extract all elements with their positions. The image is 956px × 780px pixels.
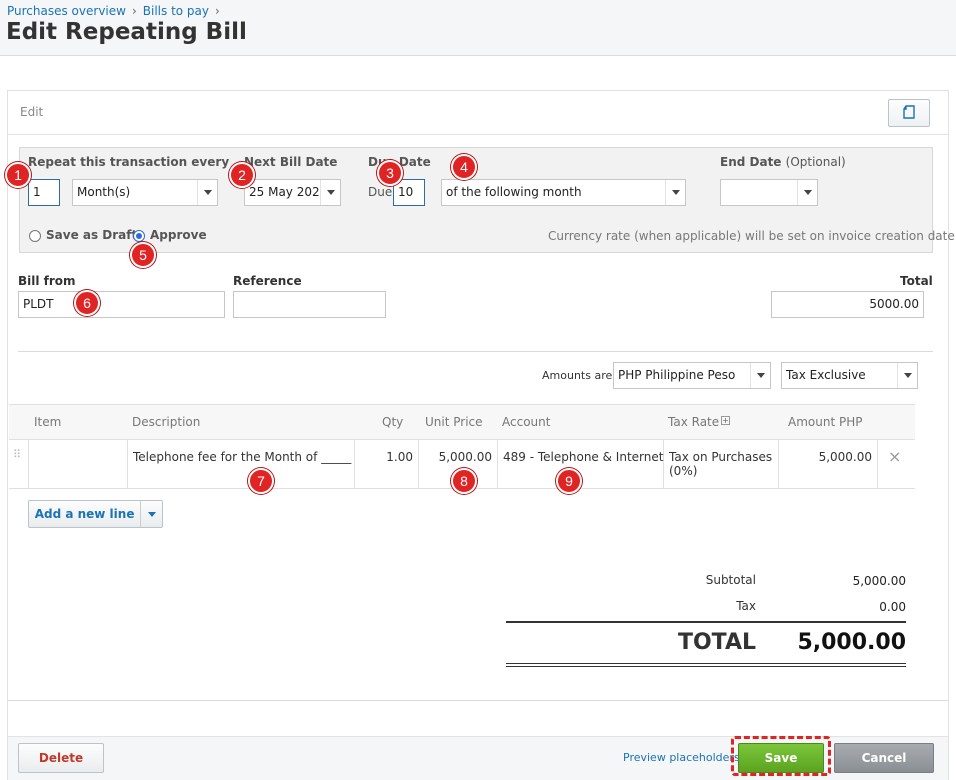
copy-icon [903, 105, 915, 119]
breadcrumb-purchases-overview[interactable]: Purchases overview [7, 4, 126, 18]
end-date-optional: (Optional) [785, 155, 846, 169]
total-double-rule [506, 663, 906, 667]
annotation-badge-9: 9 [556, 468, 582, 494]
cancel-button[interactable]: Cancel [834, 743, 934, 773]
chevron-down-icon [897, 363, 917, 388]
cell-divider [497, 440, 498, 489]
add-line-dropdown[interactable] [140, 501, 162, 527]
annotation-badge-6: 6 [74, 290, 100, 316]
due-term-value: of the following month [446, 185, 582, 199]
total-divider [506, 621, 906, 623]
annotation-badge-2: 2 [229, 162, 255, 188]
cell-tax-rate-percent: (0%) [669, 464, 698, 478]
total-label: Total [900, 274, 933, 288]
column-item: Item [34, 415, 62, 429]
repeat-unit-value: Month(s) [77, 185, 131, 199]
breadcrumb: Purchases overview › Bills to pay › [7, 4, 226, 18]
tax-mode-select[interactable]: Tax Exclusive [781, 362, 918, 389]
breadcrumb-separator: › [215, 4, 220, 18]
column-account: Account [502, 415, 551, 429]
page-title: Edit Repeating Bill [6, 19, 247, 45]
amounts-are-label: Amounts are: [542, 369, 616, 382]
end-date-label-text: End Date [720, 155, 782, 169]
chevron-down-icon [797, 180, 817, 205]
cell-amount[interactable]: 5,000.00 [782, 450, 872, 464]
currency-note: Currency rate (when applicable) will be … [548, 229, 956, 243]
column-unit-price: Unit Price [425, 415, 483, 429]
drag-handle-icon[interactable]: ⠿ [13, 449, 21, 460]
annotation-badge-3: 3 [377, 160, 403, 186]
preview-placeholders-link[interactable]: Preview placeholders [623, 751, 740, 764]
breadcrumb-bills-to-pay[interactable]: Bills to pay [143, 4, 209, 18]
approve-label[interactable]: Approve [150, 228, 207, 242]
cell-divider [127, 440, 128, 489]
end-date-label: End Date (Optional) [720, 155, 846, 169]
cell-divider [418, 440, 419, 489]
add-line-button-group: Add a new line [28, 500, 163, 528]
close-icon[interactable]: × [888, 449, 901, 465]
column-description: Description [132, 415, 201, 429]
save-as-draft-radio[interactable] [29, 230, 41, 242]
delete-button[interactable]: Delete [18, 743, 104, 773]
due-prefix: Due [368, 185, 393, 199]
chevron-down-icon [665, 180, 685, 205]
grand-total-value: 5,000.00 [797, 630, 906, 655]
approve-radio[interactable] [133, 230, 145, 242]
end-date-value [721, 180, 797, 205]
save-as-draft-label[interactable]: Save as Draft [46, 228, 137, 242]
grand-total-label: TOTAL [677, 630, 756, 655]
column-qty: Qty [382, 415, 404, 429]
annotation-badge-8: 8 [451, 468, 477, 494]
total-input[interactable]: 5000.00 [771, 291, 924, 318]
due-term-select[interactable]: of the following month [441, 179, 686, 206]
annotation-badge-5: 5 [130, 242, 156, 268]
cell-divider [778, 440, 779, 489]
cell-divider [354, 440, 355, 489]
save-button[interactable]: Save [738, 743, 824, 773]
cell-unit-price[interactable]: 5,000.00 [422, 450, 492, 464]
cell-qty[interactable]: 1.00 [370, 450, 413, 464]
chevron-down-icon [147, 511, 156, 517]
add-line-button[interactable]: Add a new line [29, 507, 140, 521]
plus-box-icon[interactable]: + [721, 416, 730, 425]
repeat-label: Repeat this transaction every [28, 155, 230, 169]
end-date-picker[interactable] [720, 179, 818, 206]
annotation-badge-7: 7 [248, 468, 274, 494]
cell-divider [28, 440, 29, 489]
tax-mode-value: Tax Exclusive [786, 368, 866, 382]
currency-select[interactable]: PHP Philippine Peso [613, 362, 771, 389]
chevron-down-icon [320, 180, 340, 205]
reference-label: Reference [233, 274, 302, 288]
currency-value: PHP Philippine Peso [618, 368, 736, 382]
bill-from-input[interactable]: PLDT [18, 291, 225, 318]
annotation-badge-4: 4 [451, 154, 477, 180]
chevron-down-icon [197, 180, 217, 205]
divider [8, 700, 948, 701]
annotation-badge-1: 1 [5, 162, 31, 188]
panel-title: Edit [20, 105, 44, 119]
divider [18, 351, 933, 352]
reference-input[interactable] [233, 291, 386, 318]
repeat-interval-input[interactable]: 1 [28, 179, 60, 206]
column-amount: Amount PHP [788, 415, 863, 429]
copy-button[interactable] [888, 99, 930, 127]
repeat-unit-select[interactable]: Month(s) [72, 179, 218, 206]
cell-divider [663, 440, 664, 489]
subtotal-value: 5,000.00 [852, 574, 906, 588]
cell-account[interactable]: 489 - Telephone & Internet [503, 450, 663, 464]
next-bill-date-label: Next Bill Date [244, 155, 338, 169]
cell-description[interactable]: Telephone fee for the Month of _____ [133, 450, 351, 464]
column-tax-rate: Tax Rate [668, 415, 720, 429]
subtotal-label: Subtotal [705, 573, 756, 587]
panel-header [8, 91, 948, 135]
next-bill-date-value: 25 May 2023 [249, 185, 320, 199]
tax-label: Tax [736, 599, 756, 613]
tax-value: 0.00 [879, 600, 906, 614]
breadcrumb-separator: › [131, 4, 137, 18]
bill-from-label: Bill from [18, 274, 76, 288]
chevron-down-icon [750, 363, 770, 388]
next-bill-date-picker[interactable]: 25 May 2023 [244, 179, 341, 206]
cell-tax-rate[interactable]: Tax on Purchases [669, 450, 772, 464]
cell-divider [877, 440, 878, 489]
